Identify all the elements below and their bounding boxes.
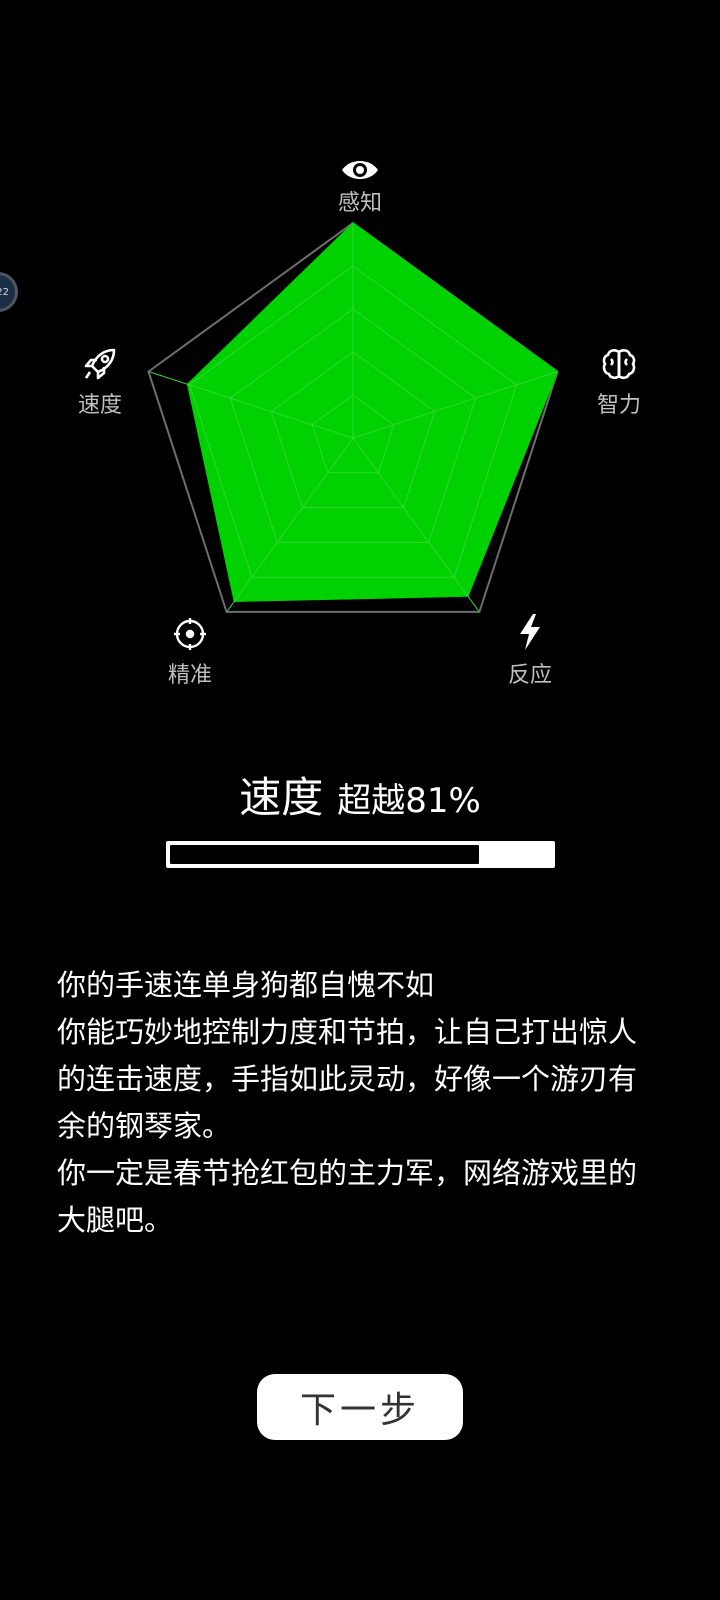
score-dimension: 速度 bbox=[239, 773, 324, 822]
score-percentile-text: 超越81% bbox=[337, 781, 481, 821]
axis-label-intelligence: 智力 bbox=[596, 393, 641, 418]
floating-bubble-text: 22 bbox=[0, 286, 9, 298]
axis-label-reaction: 反应 bbox=[507, 663, 552, 688]
result-description: 你的手速连单身狗都自愧不如 你能巧妙地控制力度和节拍，让自己打出惊人的连击速度，… bbox=[57, 962, 657, 1244]
score-progress-fill bbox=[170, 845, 479, 864]
rocket-icon bbox=[80, 344, 120, 384]
axis-label-precision: 精准 bbox=[167, 663, 212, 688]
eye-icon bbox=[340, 150, 380, 190]
description-line: 你一定是春节抢红包的主力军，网络游戏里的大腿吧。 bbox=[57, 1156, 638, 1237]
description-line: 你的手速连单身狗都自愧不如 bbox=[57, 968, 435, 1002]
crosshair-icon bbox=[170, 614, 210, 654]
axis-label-perception: 感知 bbox=[337, 191, 382, 216]
score-heading: 速度 超越81% bbox=[0, 764, 720, 825]
axis-label-speed: 速度 bbox=[77, 393, 122, 418]
description-line: 你能巧妙地控制力度和节拍，让自己打出惊人的连击速度，手指如此灵动，好像一个游刃有… bbox=[57, 1015, 638, 1143]
score-progress-bar bbox=[166, 841, 555, 868]
next-step-button[interactable]: 下一步 bbox=[257, 1374, 463, 1440]
brain-icon bbox=[599, 344, 639, 384]
lightning-icon bbox=[510, 612, 550, 652]
